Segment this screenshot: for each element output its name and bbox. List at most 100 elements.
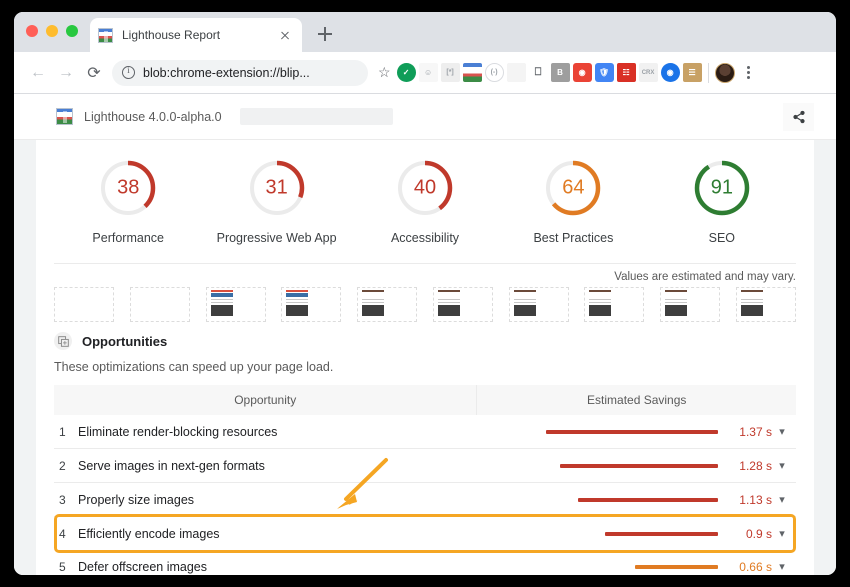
score-gauge-accessibility[interactable]: 40Accessibility [351,158,499,263]
url-text: blob:chrome-extension://blip... [143,66,358,80]
copy-plus-icon [58,336,69,347]
table-header-row: Opportunity Estimated Savings [54,385,796,415]
maximize-window-button[interactable] [66,25,78,37]
opportunity-cell: 5Defer offscreen images [54,550,477,575]
opportunity-name[interactable]: Properly size images [78,493,194,507]
filmstrip-frame [433,287,493,322]
chevron-down-icon[interactable]: ▾ [772,459,792,472]
blue-globe-extension-icon[interactable]: ◉ [661,63,680,82]
notes-extension-icon[interactable]: ☰ [683,63,702,82]
forward-icon[interactable]: → [52,59,80,87]
table-row[interactable]: 1Eliminate render-blocking resources1.37… [54,415,796,449]
table-row[interactable]: 3Properly size images1.13 s▾ [54,483,796,517]
reload-icon[interactable]: ⟳ [80,59,108,87]
share-button[interactable] [783,103,814,131]
page-content: Lighthouse 4.0.0-alpha.0 38Performance31… [14,94,836,575]
score-gauge-best-practices[interactable]: 64Best Practices [499,158,647,263]
red-target-extension-icon[interactable]: ◉ [573,63,592,82]
chevron-down-icon[interactable]: ▾ [772,425,792,438]
lighthouse-logo-icon [56,108,73,125]
savings-value: 0.9 s [730,527,772,541]
faded-extension-icon[interactable] [507,63,526,82]
gauge-score: 64 [543,177,603,200]
savings-bar [605,532,718,536]
score-gauge-performance[interactable]: 38 Performance [54,158,202,263]
savings-value: 1.28 s [730,459,772,473]
report-title: Lighthouse 4.0.0-alpha.0 [84,110,222,124]
filmstrip-frame [736,287,796,322]
chevron-down-icon[interactable]: ▾ [772,493,792,506]
opportunity-name[interactable]: Efficiently encode images [78,527,220,541]
lighthouse-extension-icon[interactable] [463,63,482,82]
score-gauge-progressive-web-app[interactable]: 31 Progressive Web App [202,158,350,263]
browser-menu-icon[interactable] [739,66,759,80]
gauge-label: Performance [92,231,164,245]
bold-extension-icon[interactable]: B [551,63,570,82]
gauge-label: Progressive Web App [217,231,337,245]
opportunity-name[interactable]: Eliminate render-blocking resources [78,425,277,439]
report-url-placeholder [240,108,393,125]
info-icon[interactable] [122,66,135,79]
score-gauges: 38 Performance 31 Progressive Web App 40Acce… [54,140,796,264]
table-row[interactable]: 4Efficiently encode images0.9 s▾ [54,517,796,551]
row-rank: 2 [54,459,78,473]
savings-bar [546,430,718,434]
opportunity-cell: 1Eliminate render-blocking resources [54,415,477,449]
filmstrip-frame [206,287,266,322]
extensions-tray: ✓ ☺ [*] (-) ⎕ B ◉ 🛡 ☷ CRX ◉ ☰ [397,63,702,82]
savings-cell: 0.9 s▾ [477,517,796,551]
savings-bar [635,565,718,569]
avatar[interactable] [715,63,735,83]
text-extension-icon[interactable]: [*] [441,63,460,82]
browser-tab[interactable]: Lighthouse Report [90,18,302,52]
opportunities-table: Opportunity Estimated Savings 1Eliminate… [54,385,796,575]
gauge-score: 38 [98,177,158,200]
close-icon[interactable] [276,26,294,44]
table-row[interactable]: 5Defer offscreen images0.66 s▾ [54,550,796,575]
chevron-down-icon[interactable]: ▾ [772,527,792,540]
opportunity-cell: 3Properly size images [54,483,477,517]
opportunities-heading: Opportunities [82,334,167,349]
browser-toolbar: ← → ⟳ blob:chrome-extension://blip... ☆ … [14,52,836,94]
savings-cell: 1.13 s▾ [477,483,796,517]
gauge-score: 31 [247,177,307,200]
filmstrip-frame [357,287,417,322]
close-window-button[interactable] [26,25,38,37]
score-gauge-seo[interactable]: 91 SEO [648,158,796,263]
lighthouse-topbar: Lighthouse 4.0.0-alpha.0 [14,94,836,140]
filmstrip-frame [509,287,569,322]
new-tab-button[interactable] [314,23,336,45]
checkmark-extension-icon[interactable]: ✓ [397,63,416,82]
opportunity-name[interactable]: Defer offscreen images [78,560,207,574]
opportunities-section: Opportunities These optimizations can sp… [36,332,814,575]
screen-extension-icon[interactable]: ⎕ [529,63,548,82]
ghost-extension-icon[interactable]: ☺ [419,63,438,82]
lighthouse-report: 38Performance31Progressive Web App40Acce… [36,140,814,575]
crx-extension-icon[interactable]: CRX [639,63,658,82]
bookmark-star-icon[interactable]: ☆ [378,64,391,81]
filmstrip-frame [130,287,190,322]
window-traffic-lights [26,25,78,37]
gauge-ring: 31 [247,158,307,218]
opportunity-name[interactable]: Serve images in next-gen formats [78,459,265,473]
column-header-opportunity: Opportunity [54,385,477,415]
shield-extension-icon[interactable]: 🛡 [595,63,614,82]
lighthouse-favicon-icon [98,28,113,43]
table-row[interactable]: 2Serve images in next-gen formats 1.28 s▾ [54,449,796,483]
red-book-extension-icon[interactable]: ☷ [617,63,636,82]
chevron-down-icon[interactable]: ▾ [772,560,792,573]
gauge-ring: 40 [395,158,455,218]
gauge-score: 91 [692,177,752,200]
gauge-ring: 64 [543,158,603,218]
row-rank: 1 [54,425,78,439]
gauge-ring: 38 [98,158,158,218]
address-bar[interactable]: blob:chrome-extension://blip... [112,60,368,86]
back-icon[interactable]: ← [24,59,52,87]
circle-extension-icon[interactable]: (-) [485,63,504,82]
row-rank: 3 [54,493,78,507]
minimize-window-button[interactable] [46,25,58,37]
gauge-label: SEO [709,231,735,245]
savings-cell: 0.66 s▾ [477,550,796,575]
gauge-score: 40 [395,177,455,200]
browser-window: Lighthouse Report ← → ⟳ blob:chrome-exte… [14,12,836,575]
